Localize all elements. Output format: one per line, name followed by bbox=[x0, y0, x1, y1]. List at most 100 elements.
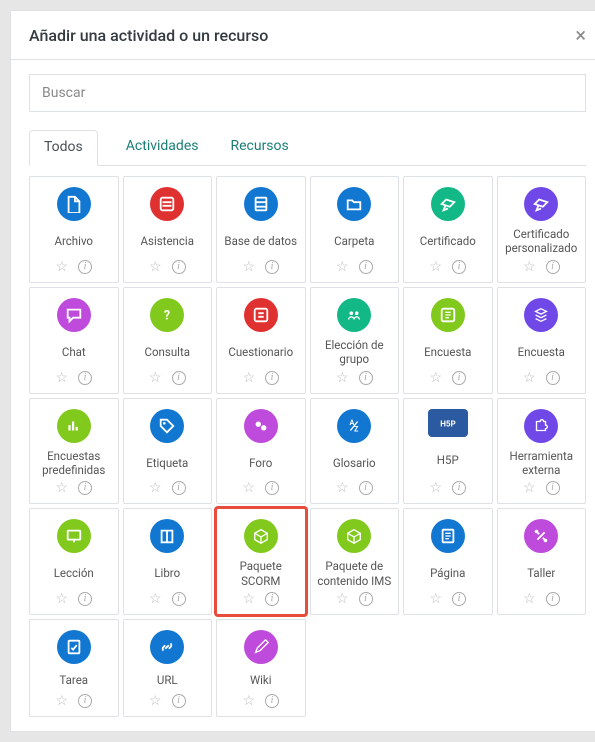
activity-certpers[interactable]: Certificado personalizado☆i bbox=[497, 176, 587, 283]
herrext-icon bbox=[524, 409, 558, 443]
activity-url[interactable]: URL☆i bbox=[123, 619, 213, 717]
star-icon[interactable]: ☆ bbox=[55, 260, 68, 274]
activity-chat[interactable]: Chat☆i bbox=[29, 287, 119, 394]
info-icon[interactable]: i bbox=[452, 371, 466, 385]
info-icon[interactable]: i bbox=[78, 481, 92, 495]
star-icon[interactable]: ☆ bbox=[242, 694, 255, 708]
activity-h5p[interactable]: H5P☆i bbox=[403, 398, 493, 505]
star-icon[interactable]: ☆ bbox=[149, 371, 162, 385]
star-icon[interactable]: ☆ bbox=[149, 592, 162, 606]
activity-pagina[interactable]: Página☆i bbox=[403, 508, 493, 615]
star-icon[interactable]: ☆ bbox=[523, 260, 536, 274]
ims-icon bbox=[337, 519, 371, 553]
info-icon[interactable]: i bbox=[359, 592, 373, 606]
info-icon[interactable]: i bbox=[359, 260, 373, 274]
info-icon[interactable]: i bbox=[452, 481, 466, 495]
activity-ims[interactable]: Paquete de contenido IMS☆i bbox=[310, 508, 400, 615]
card-actions: ☆i bbox=[242, 481, 279, 495]
info-icon[interactable]: i bbox=[78, 260, 92, 274]
tab-activities[interactable]: Actividades bbox=[122, 130, 203, 165]
activity-tarea[interactable]: Tarea☆i bbox=[29, 619, 119, 717]
tab-resources[interactable]: Recursos bbox=[226, 130, 292, 165]
info-icon[interactable]: i bbox=[359, 371, 373, 385]
card-actions: ☆i bbox=[242, 371, 279, 385]
tab-all[interactable]: Todos bbox=[29, 130, 98, 166]
star-icon[interactable]: ☆ bbox=[242, 260, 255, 274]
info-icon[interactable]: i bbox=[546, 371, 560, 385]
star-icon[interactable]: ☆ bbox=[523, 371, 536, 385]
star-icon[interactable]: ☆ bbox=[149, 481, 162, 495]
activity-archivo[interactable]: Archivo☆i bbox=[29, 176, 119, 283]
activity-encpredef[interactable]: Encuestas predefinidas☆i bbox=[29, 398, 119, 505]
info-icon[interactable]: i bbox=[172, 592, 186, 606]
star-icon[interactable]: ☆ bbox=[242, 481, 255, 495]
activity-cuestionario[interactable]: Cuestionario☆i bbox=[216, 287, 306, 394]
activity-wiki[interactable]: Wiki☆i bbox=[216, 619, 306, 717]
star-icon[interactable]: ☆ bbox=[336, 371, 349, 385]
star-icon[interactable]: ☆ bbox=[429, 481, 442, 495]
info-icon[interactable]: i bbox=[172, 371, 186, 385]
star-icon[interactable]: ☆ bbox=[55, 481, 68, 495]
info-icon[interactable]: i bbox=[452, 592, 466, 606]
activity-label: Herramienta externa bbox=[502, 449, 582, 478]
star-icon[interactable]: ☆ bbox=[429, 592, 442, 606]
activity-basedatos[interactable]: Base de datos☆i bbox=[216, 176, 306, 283]
activity-glosario[interactable]: Glosario☆i bbox=[310, 398, 400, 505]
star-icon[interactable]: ☆ bbox=[242, 592, 255, 606]
activity-scorm[interactable]: Paquete SCORM☆i bbox=[216, 508, 306, 615]
activity-encuesta1[interactable]: Encuesta☆i bbox=[403, 287, 493, 394]
info-icon[interactable]: i bbox=[78, 371, 92, 385]
close-icon[interactable]: × bbox=[575, 25, 586, 45]
activity-label: Cuestionario bbox=[228, 338, 293, 367]
star-icon[interactable]: ☆ bbox=[429, 371, 442, 385]
info-icon[interactable]: i bbox=[265, 371, 279, 385]
activity-label: URL bbox=[157, 670, 178, 690]
info-icon[interactable]: i bbox=[546, 260, 560, 274]
activity-certificado[interactable]: Certificado☆i bbox=[403, 176, 493, 283]
asistencia-icon bbox=[150, 187, 184, 221]
star-icon[interactable]: ☆ bbox=[336, 481, 349, 495]
activity-encuesta2[interactable]: Encuesta☆i bbox=[497, 287, 587, 394]
star-icon[interactable]: ☆ bbox=[523, 481, 536, 495]
info-icon[interactable]: i bbox=[172, 260, 186, 274]
star-icon[interactable]: ☆ bbox=[336, 592, 349, 606]
star-icon[interactable]: ☆ bbox=[55, 371, 68, 385]
info-icon[interactable]: i bbox=[78, 592, 92, 606]
activity-leccion[interactable]: Lección☆i bbox=[29, 508, 119, 615]
activity-eleccion[interactable]: Elección de grupo☆i bbox=[310, 287, 400, 394]
activity-taller[interactable]: Taller☆i bbox=[497, 508, 587, 615]
star-icon[interactable]: ☆ bbox=[336, 260, 349, 274]
card-actions: ☆i bbox=[55, 260, 92, 274]
activity-carpeta[interactable]: Carpeta☆i bbox=[310, 176, 400, 283]
star-icon[interactable]: ☆ bbox=[55, 694, 68, 708]
info-icon[interactable]: i bbox=[452, 260, 466, 274]
info-icon[interactable]: i bbox=[359, 481, 373, 495]
card-actions: ☆i bbox=[242, 694, 279, 708]
star-icon[interactable]: ☆ bbox=[149, 260, 162, 274]
activity-asistencia[interactable]: Asistencia☆i bbox=[123, 176, 213, 283]
info-icon[interactable]: i bbox=[546, 592, 560, 606]
star-icon[interactable]: ☆ bbox=[149, 694, 162, 708]
info-icon[interactable]: i bbox=[172, 481, 186, 495]
card-actions: ☆i bbox=[429, 260, 466, 274]
activity-herrext[interactable]: Herramienta externa ☆ i bbox=[497, 398, 587, 505]
info-icon[interactable]: i bbox=[172, 694, 186, 708]
activity-libro[interactable]: Libro☆i bbox=[123, 508, 213, 615]
activity-etiqueta[interactable]: Etiqueta☆i bbox=[123, 398, 213, 505]
activity-foro[interactable]: Foro☆i bbox=[216, 398, 306, 505]
star-icon[interactable]: ☆ bbox=[523, 592, 536, 606]
info-icon[interactable]: i bbox=[265, 694, 279, 708]
search-input[interactable] bbox=[29, 74, 586, 112]
card-actions: ☆i bbox=[149, 694, 186, 708]
info-icon[interactable]: i bbox=[546, 481, 560, 495]
card-actions: ☆i bbox=[336, 260, 373, 274]
info-icon[interactable]: i bbox=[265, 481, 279, 495]
star-icon[interactable]: ☆ bbox=[429, 260, 442, 274]
info-icon[interactable]: i bbox=[78, 694, 92, 708]
glosario-icon bbox=[337, 409, 371, 443]
star-icon[interactable]: ☆ bbox=[242, 371, 255, 385]
star-icon[interactable]: ☆ bbox=[55, 592, 68, 606]
activity-consulta[interactable]: Consulta☆i bbox=[123, 287, 213, 394]
info-icon[interactable]: i bbox=[265, 592, 279, 606]
info-icon[interactable]: i bbox=[265, 260, 279, 274]
